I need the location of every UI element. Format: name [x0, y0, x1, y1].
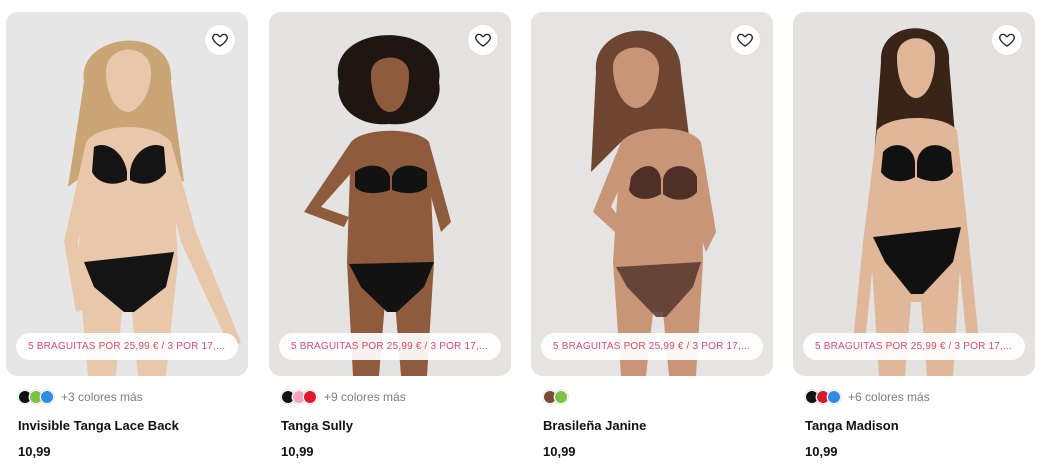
promo-badge[interactable]: 5 BRAGUITAS POR 25,99 € / 3 POR 17,...	[16, 333, 238, 360]
product-price: 10,99	[543, 444, 576, 459]
product-card[interactable]: 5 BRAGUITAS POR 25,99 € / 3 POR 17,... +…	[793, 12, 1035, 459]
product-image-container[interactable]: 5 BRAGUITAS POR 25,99 € / 3 POR 17,...	[793, 12, 1035, 376]
color-swatch[interactable]	[40, 390, 54, 404]
product-grid: 5 BRAGUITAS POR 25,99 € / 3 POR 17,... +…	[0, 0, 1061, 473]
product-card[interactable]: 5 BRAGUITAS POR 25,99 € / 3 POR 17,... B…	[531, 12, 773, 459]
favorite-button[interactable]	[468, 25, 498, 55]
product-image-container[interactable]: 5 BRAGUITAS POR 25,99 € / 3 POR 17,...	[531, 12, 773, 376]
product-price: 10,99	[18, 444, 51, 459]
product-image-container[interactable]: 5 BRAGUITAS POR 25,99 € / 3 POR 17,...	[6, 12, 248, 376]
product-image-container[interactable]: 5 BRAGUITAS POR 25,99 € / 3 POR 17,...	[269, 12, 511, 376]
heart-outline-icon	[212, 33, 228, 47]
favorite-button[interactable]	[992, 25, 1022, 55]
product-name[interactable]: Brasileña Janine	[543, 418, 646, 433]
product-photo[interactable]	[531, 12, 773, 376]
product-photo[interactable]	[6, 12, 248, 376]
product-photo[interactable]	[269, 12, 511, 376]
product-name[interactable]: Invisible Tanga Lace Back	[18, 418, 179, 433]
product-name[interactable]: Tanga Sully	[281, 418, 353, 433]
product-card[interactable]: 5 BRAGUITAS POR 25,99 € / 3 POR 17,... +…	[6, 12, 248, 459]
heart-outline-icon	[475, 33, 491, 47]
heart-outline-icon	[737, 33, 753, 47]
color-swatch[interactable]	[554, 390, 568, 404]
favorite-button[interactable]	[205, 25, 235, 55]
more-colors-link[interactable]: +9 colores más	[324, 390, 406, 404]
product-photo[interactable]	[793, 12, 1035, 376]
color-swatches: +6 colores más	[805, 390, 930, 404]
product-name[interactable]: Tanga Madison	[805, 418, 899, 433]
color-swatch[interactable]	[303, 390, 317, 404]
favorite-button[interactable]	[730, 25, 760, 55]
product-price: 10,99	[281, 444, 314, 459]
color-swatches	[543, 390, 568, 404]
promo-badge[interactable]: 5 BRAGUITAS POR 25,99 € / 3 POR 17,...	[279, 333, 501, 360]
color-swatches: +9 colores más	[281, 390, 406, 404]
product-price: 10,99	[805, 444, 838, 459]
heart-outline-icon	[999, 33, 1015, 47]
product-card[interactable]: 5 BRAGUITAS POR 25,99 € / 3 POR 17,... +…	[269, 12, 511, 459]
color-swatch[interactable]	[827, 390, 841, 404]
more-colors-link[interactable]: +6 colores más	[848, 390, 930, 404]
color-swatches: +3 colores más	[18, 390, 143, 404]
promo-badge[interactable]: 5 BRAGUITAS POR 25,99 € / 3 POR 17,...	[541, 333, 763, 360]
promo-badge[interactable]: 5 BRAGUITAS POR 25,99 € / 3 POR 17,...	[803, 333, 1025, 360]
more-colors-link[interactable]: +3 colores más	[61, 390, 143, 404]
